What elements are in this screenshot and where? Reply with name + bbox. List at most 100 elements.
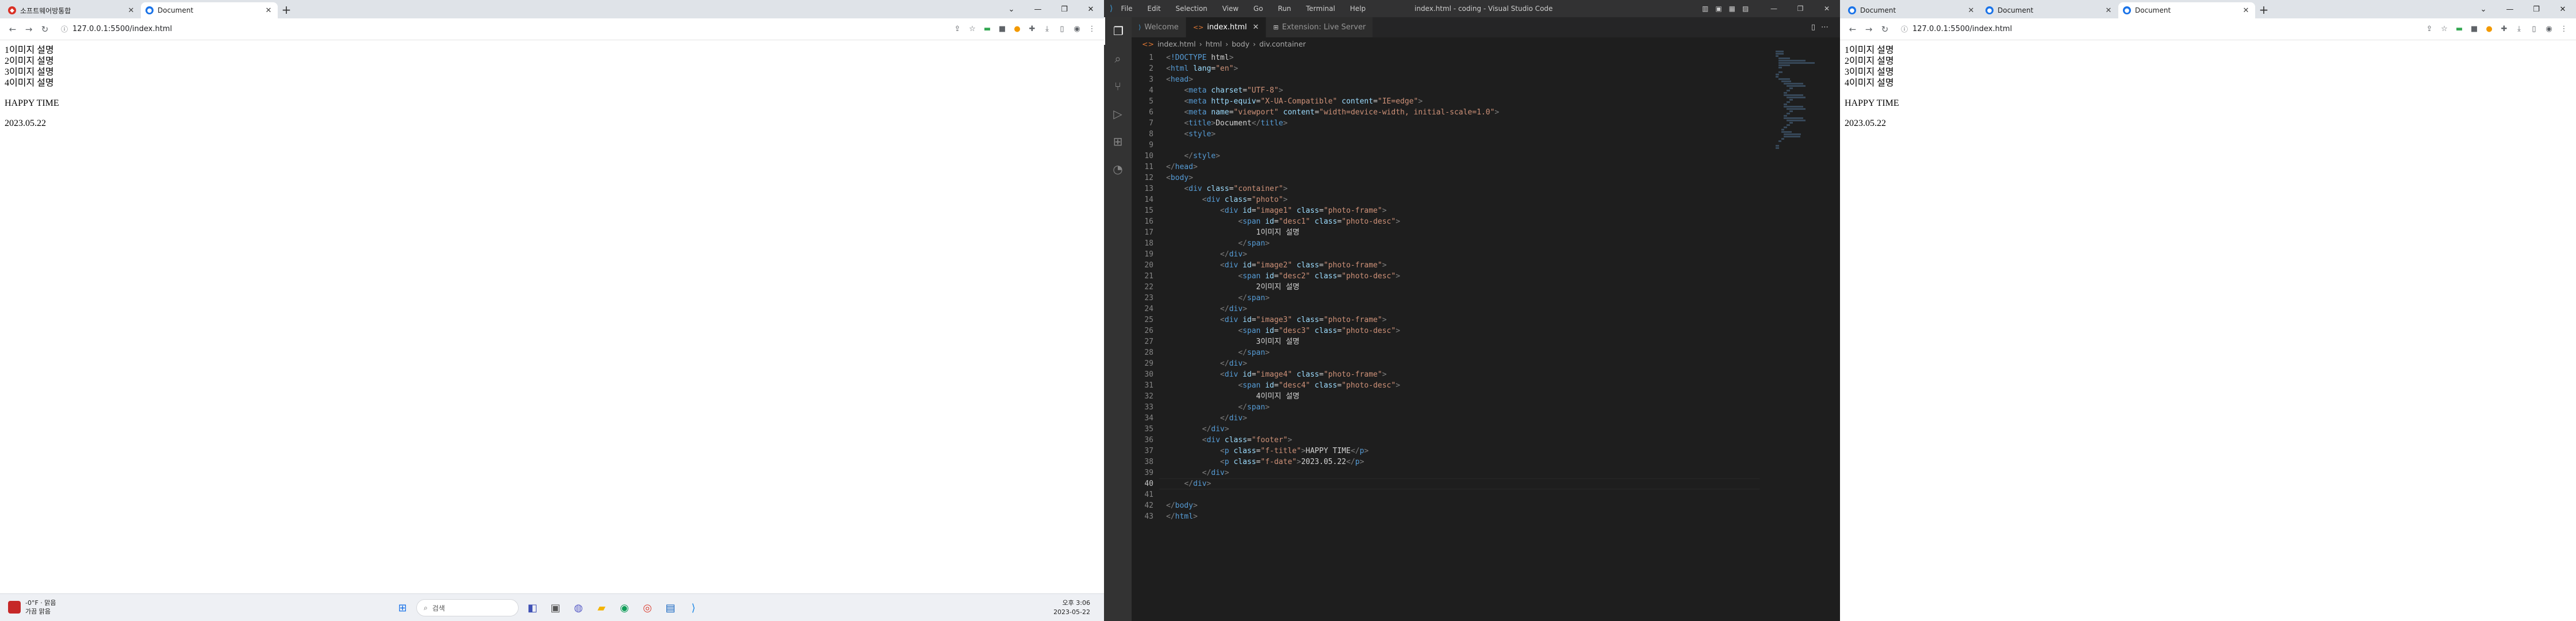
code-line[interactable]: <body> bbox=[1166, 172, 1193, 183]
code-line[interactable]: <!DOCTYPE html> bbox=[1166, 52, 1233, 63]
code-line[interactable]: <p class="f-title">HAPPY TIME</p> bbox=[1166, 446, 1368, 457]
code-line[interactable]: </div> bbox=[1166, 467, 1229, 478]
search-icon[interactable]: ⌕ bbox=[1104, 45, 1132, 72]
extension-orange-icon[interactable]: ● bbox=[2482, 25, 2497, 33]
profile-icon[interactable]: ◉ bbox=[2542, 25, 2556, 33]
close-tab-icon[interactable]: ✕ bbox=[126, 6, 136, 15]
maximize-icon[interactable]: ❐ bbox=[2523, 5, 2550, 14]
code-line[interactable]: <div id="image2" class="photo-frame"> bbox=[1166, 260, 1387, 271]
code-line[interactable]: <div id="image4" class="photo-frame"> bbox=[1166, 369, 1387, 380]
code-line[interactable]: <meta name="viewport" content="width=dev… bbox=[1166, 107, 1499, 118]
tab-search-icon[interactable]: ⌄ bbox=[998, 5, 1025, 14]
forward-icon[interactable]: → bbox=[1861, 24, 1877, 34]
browser-tab[interactable]: ● Document ✕ bbox=[1981, 2, 2118, 18]
code-line[interactable]: <span id="desc2" class="photo-desc"> bbox=[1166, 271, 1400, 282]
code-line[interactable]: </span> bbox=[1166, 347, 1270, 358]
chat-icon[interactable]: ◍ bbox=[567, 596, 590, 619]
code-line[interactable]: <title>Document</title> bbox=[1166, 118, 1287, 129]
new-tab-button[interactable]: + bbox=[2256, 2, 2272, 18]
code-line[interactable]: </div> bbox=[1166, 358, 1247, 369]
extension-puzzle-icon[interactable]: ✚ bbox=[1025, 25, 1040, 33]
menu-item[interactable]: Edit bbox=[1147, 5, 1160, 13]
back-icon[interactable]: ← bbox=[1845, 24, 1861, 34]
taskbar-search[interactable]: ⌕ 검색 bbox=[416, 599, 519, 616]
code-line[interactable]: </div> bbox=[1166, 413, 1247, 424]
reload-icon[interactable]: ↻ bbox=[1877, 24, 1893, 34]
weather-widget[interactable]: -0°F · 맑음 가끔 맑음 bbox=[8, 599, 56, 616]
menu-item[interactable]: Go bbox=[1254, 5, 1263, 13]
file-manager-icon[interactable]: ▣ bbox=[544, 596, 567, 619]
code-line[interactable]: <div class="footer"> bbox=[1166, 435, 1293, 446]
close-window-icon[interactable]: ✕ bbox=[2550, 5, 2576, 14]
close-tab-icon[interactable]: ✕ bbox=[264, 6, 273, 15]
menu-item[interactable]: View bbox=[1222, 5, 1239, 13]
extension-green-icon[interactable]: ▬ bbox=[980, 25, 995, 33]
code-line[interactable]: <meta http-equiv="X-UA-Compatible" conte… bbox=[1166, 96, 1423, 107]
folder-icon[interactable]: ▰ bbox=[590, 596, 613, 619]
minimap[interactable] bbox=[1776, 51, 1827, 149]
downloads-icon[interactable]: ⤓ bbox=[2512, 25, 2527, 33]
tab-index-html[interactable]: <> index.html ✕ bbox=[1186, 17, 1267, 37]
sidepanel-icon[interactable]: ▯ bbox=[2527, 25, 2542, 33]
code-line[interactable]: <span id="desc1" class="photo-desc"> bbox=[1166, 216, 1400, 227]
system-clock[interactable]: 오후 3:06 2023-05-22 bbox=[1053, 599, 1090, 617]
code-line[interactable]: </div> bbox=[1166, 304, 1247, 315]
chrome-icon[interactable]: ◎ bbox=[636, 596, 659, 619]
code-line[interactable]: <span id="desc4" class="photo-desc"> bbox=[1166, 380, 1400, 391]
code-line[interactable]: </span> bbox=[1166, 402, 1270, 413]
edge-icon[interactable]: ◉ bbox=[613, 596, 636, 619]
code-line[interactable]: <div id="image3" class="photo-frame"> bbox=[1166, 315, 1387, 325]
maximize-icon[interactable]: ❐ bbox=[1051, 5, 1078, 14]
close-window-icon[interactable]: ✕ bbox=[1814, 0, 1840, 17]
tab-search-icon[interactable]: ⌄ bbox=[2470, 5, 2497, 14]
close-tab-icon[interactable]: ✕ bbox=[2104, 6, 2113, 15]
code-line[interactable]: <div class="container"> bbox=[1166, 183, 1287, 194]
code-line[interactable]: 1이미지 설명 bbox=[1166, 227, 1300, 238]
more-actions-icon[interactable]: ⋯ bbox=[1821, 23, 1834, 32]
menu-icon[interactable]: ⋮ bbox=[1084, 25, 1099, 33]
split-editor-icon[interactable]: ▯ bbox=[1811, 23, 1821, 32]
maximize-icon[interactable]: ❐ bbox=[1787, 0, 1814, 17]
code-line[interactable]: </div> bbox=[1166, 424, 1229, 435]
code-line[interactable]: </body> bbox=[1166, 500, 1198, 511]
code-line[interactable]: </head> bbox=[1166, 162, 1198, 172]
menu-item[interactable]: Selection bbox=[1175, 5, 1207, 13]
remote-icon[interactable]: ◔ bbox=[1104, 155, 1132, 183]
address-bar[interactable]: ⓘ 127.0.0.1:5500/index.html bbox=[57, 21, 950, 37]
share-icon[interactable]: ⇪ bbox=[950, 25, 965, 33]
extension-puzzle-icon[interactable]: ✚ bbox=[2497, 25, 2512, 33]
info-icon[interactable]: ⓘ bbox=[1901, 24, 1908, 34]
breadcrumb-item[interactable]: body bbox=[1232, 40, 1249, 48]
minimize-icon[interactable]: — bbox=[1761, 0, 1787, 17]
menu-icon[interactable]: ⋮ bbox=[2556, 25, 2571, 33]
close-window-icon[interactable]: ✕ bbox=[1078, 5, 1104, 14]
code-line[interactable]: <head> bbox=[1166, 74, 1193, 85]
explorer-icon[interactable]: ❐ bbox=[1104, 17, 1132, 45]
code-line[interactable]: <span id="desc3" class="photo-desc"> bbox=[1166, 325, 1400, 336]
browser-tab-active[interactable]: ● Document ✕ bbox=[2118, 2, 2255, 18]
extension-orange-icon[interactable]: ● bbox=[1010, 25, 1025, 33]
code-line[interactable]: <meta charset="UTF-8"> bbox=[1166, 85, 1283, 96]
bookmark-star-icon[interactable]: ☆ bbox=[2437, 25, 2452, 33]
bookmark-star-icon[interactable]: ☆ bbox=[965, 25, 980, 33]
sidepanel-icon[interactable]: ▯ bbox=[1055, 25, 1070, 33]
menu-item[interactable]: Terminal bbox=[1306, 5, 1335, 13]
store-icon[interactable]: ▤ bbox=[659, 596, 682, 619]
menu-item[interactable]: File bbox=[1121, 5, 1132, 13]
extension-gray-icon[interactable]: ■ bbox=[2467, 25, 2482, 33]
windows-start-icon[interactable]: ⊞ bbox=[391, 596, 414, 619]
extensions-icon[interactable]: ⊞ bbox=[1104, 128, 1132, 155]
breadcrumb-item[interactable]: index.html bbox=[1157, 40, 1196, 48]
close-tab-icon[interactable]: ✕ bbox=[1253, 23, 1259, 32]
run-debug-icon[interactable]: ▷ bbox=[1104, 100, 1132, 128]
info-icon[interactable]: ⓘ bbox=[61, 24, 68, 34]
code-line[interactable]: </div> bbox=[1166, 249, 1247, 260]
address-bar[interactable]: ⓘ 127.0.0.1:5500/index.html bbox=[1897, 21, 2422, 37]
code-line[interactable]: 4이미지 설명 bbox=[1166, 391, 1300, 402]
source-control-icon[interactable]: ⑂ bbox=[1104, 72, 1132, 100]
minimize-icon[interactable]: — bbox=[2497, 5, 2523, 14]
code-line[interactable]: <div id="image1" class="photo-frame"> bbox=[1166, 205, 1387, 216]
forward-icon[interactable]: → bbox=[21, 24, 37, 34]
close-tab-icon[interactable]: ✕ bbox=[2241, 6, 2251, 15]
menu-item[interactable]: Run bbox=[1278, 5, 1291, 13]
